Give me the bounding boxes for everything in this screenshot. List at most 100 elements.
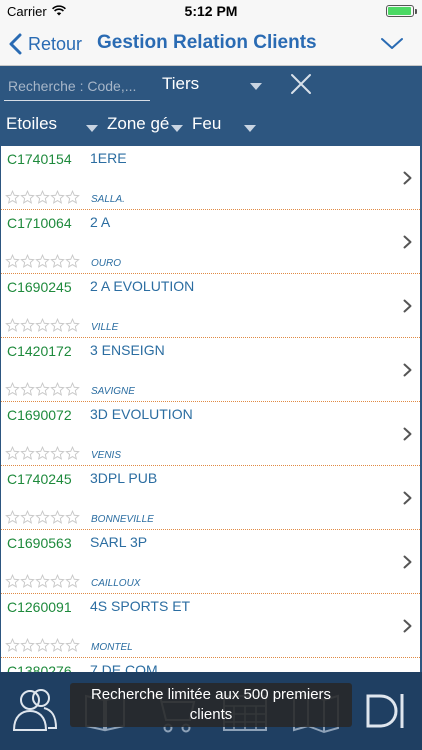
star-icon[interactable] [65, 510, 80, 525]
client-code: C1710064 [7, 215, 72, 231]
chevron-down-icon[interactable] [380, 34, 404, 52]
client-code: C1380276 [7, 663, 72, 672]
client-code: C1740245 [7, 471, 72, 487]
star-icon[interactable] [5, 318, 20, 333]
client-row[interactable]: C1260091 4S SPORTS ET MONTEL [1, 594, 420, 658]
chevron-right-icon [403, 171, 412, 185]
client-row[interactable]: C1690072 3D EVOLUTION VENIS [1, 402, 420, 466]
client-row[interactable]: C1690563 SARL 3P CAILLOUX [1, 530, 420, 594]
client-row[interactable]: C1420172 3 ENSEIGN SAVIGNE [1, 338, 420, 402]
star-icon[interactable] [50, 638, 65, 653]
star-rating[interactable] [5, 446, 80, 461]
client-name: SARL 3P [90, 534, 148, 550]
star-icon[interactable] [20, 510, 35, 525]
star-icon[interactable] [50, 446, 65, 461]
star-icon[interactable] [5, 638, 20, 653]
star-icon[interactable] [50, 254, 65, 269]
client-row[interactable]: C1740154 1ERE SALLA. [1, 146, 420, 210]
star-rating[interactable] [5, 190, 80, 205]
star-icon[interactable] [20, 638, 35, 653]
client-code: C1420172 [7, 343, 72, 359]
star-icon[interactable] [5, 446, 20, 461]
caret-down-icon [86, 125, 98, 132]
client-row[interactable]: C1690245 2 A EVOLUTION VILLE [1, 274, 420, 338]
client-city: OURO [91, 258, 121, 269]
etoiles-filter[interactable]: Etoiles [6, 114, 98, 140]
client-city: VILLE [91, 322, 119, 333]
caret-down-icon [171, 125, 183, 132]
feu-filter[interactable]: Feu [192, 114, 256, 140]
star-icon[interactable] [5, 254, 20, 269]
star-icon[interactable] [65, 638, 80, 653]
star-rating[interactable] [5, 254, 80, 269]
star-icon[interactable] [50, 574, 65, 589]
client-name: 1ERE [90, 150, 127, 166]
client-code: C1690563 [7, 535, 72, 551]
star-icon[interactable] [35, 510, 50, 525]
client-city: SAVIGNE [91, 386, 135, 397]
chevron-right-icon [403, 491, 412, 505]
star-icon[interactable] [5, 382, 20, 397]
star-icon[interactable] [50, 190, 65, 205]
star-icon[interactable] [65, 574, 80, 589]
filter-panel: Tiers Etoiles Zone gé Feu [0, 66, 422, 146]
star-icon[interactable] [50, 318, 65, 333]
zone-filter[interactable]: Zone gé [107, 114, 183, 140]
star-rating[interactable] [5, 574, 80, 589]
star-icon[interactable] [5, 574, 20, 589]
back-button[interactable]: Retour [8, 30, 82, 58]
client-row[interactable]: C1710064 2 A OURO [1, 210, 420, 274]
chevron-right-icon [403, 299, 412, 313]
star-icon[interactable] [65, 446, 80, 461]
document-icon[interactable] [362, 686, 408, 736]
close-icon[interactable] [290, 73, 312, 95]
star-icon[interactable] [20, 254, 35, 269]
star-icon[interactable] [35, 318, 50, 333]
client-row[interactable]: C1740245 3DPL PUB BONNEVILLE [1, 466, 420, 530]
client-city: SALLA. [91, 194, 125, 205]
star-rating[interactable] [5, 318, 80, 333]
star-icon[interactable] [35, 446, 50, 461]
etoiles-label: Etoiles [6, 114, 58, 133]
star-rating[interactable] [5, 382, 80, 397]
star-icon[interactable] [20, 446, 35, 461]
feu-label: Feu [192, 114, 222, 133]
star-rating[interactable] [5, 510, 80, 525]
star-icon[interactable] [65, 382, 80, 397]
client-city: VENIS [91, 450, 122, 461]
star-icon[interactable] [65, 254, 80, 269]
star-icon[interactable] [20, 574, 35, 589]
client-city: BONNEVILLE [91, 514, 154, 525]
star-icon[interactable] [35, 254, 50, 269]
star-icon[interactable] [20, 318, 35, 333]
star-icon[interactable] [65, 318, 80, 333]
search-input[interactable] [4, 71, 150, 101]
star-rating[interactable] [5, 638, 80, 653]
caret-down-icon [244, 125, 256, 132]
client-name: 7 DE COM [90, 662, 158, 672]
battery-icon [386, 5, 417, 17]
client-row[interactable]: C1380276 7 DE COM [1, 658, 420, 672]
star-icon[interactable] [20, 190, 35, 205]
star-icon[interactable] [50, 382, 65, 397]
chevron-right-icon [403, 555, 412, 569]
star-icon[interactable] [50, 510, 65, 525]
client-name: 4S SPORTS ET [90, 598, 191, 614]
client-name: 3 ENSEIGN [90, 342, 165, 358]
star-icon[interactable] [20, 382, 35, 397]
chevron-right-icon [403, 427, 412, 441]
star-icon[interactable] [5, 190, 20, 205]
star-icon[interactable] [5, 510, 20, 525]
star-icon[interactable] [35, 638, 50, 653]
caret-down-icon [250, 83, 262, 90]
star-icon[interactable] [35, 190, 50, 205]
client-city: MONTEL [91, 642, 133, 653]
star-icon[interactable] [35, 382, 50, 397]
tiers-dropdown[interactable]: Tiers [162, 74, 262, 100]
star-icon[interactable] [35, 574, 50, 589]
star-icon[interactable] [65, 190, 80, 205]
back-label: Retour [28, 33, 83, 54]
users-icon[interactable] [8, 686, 60, 736]
client-city: CAILLOUX [91, 578, 141, 589]
battery-nub [415, 9, 417, 14]
